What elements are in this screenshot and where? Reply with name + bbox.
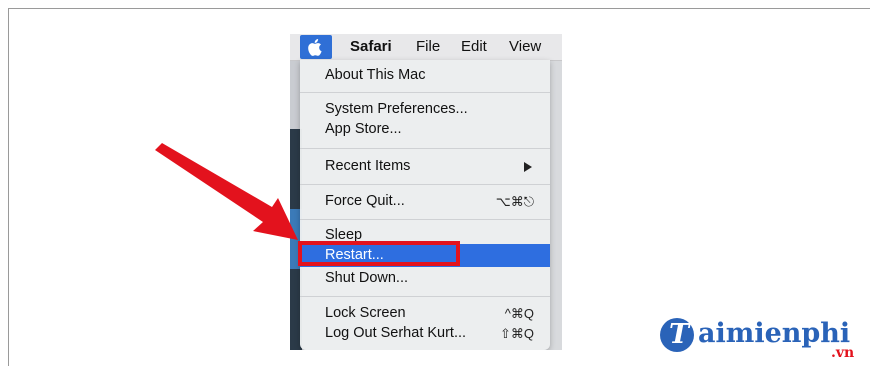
logo-text: aimienphi — [698, 318, 851, 349]
logo-badge-icon: T — [660, 318, 694, 352]
logo-domain-suffix: .vn — [831, 345, 855, 361]
logo-initial: T — [669, 319, 690, 350]
red-arrow-icon — [155, 143, 298, 240]
